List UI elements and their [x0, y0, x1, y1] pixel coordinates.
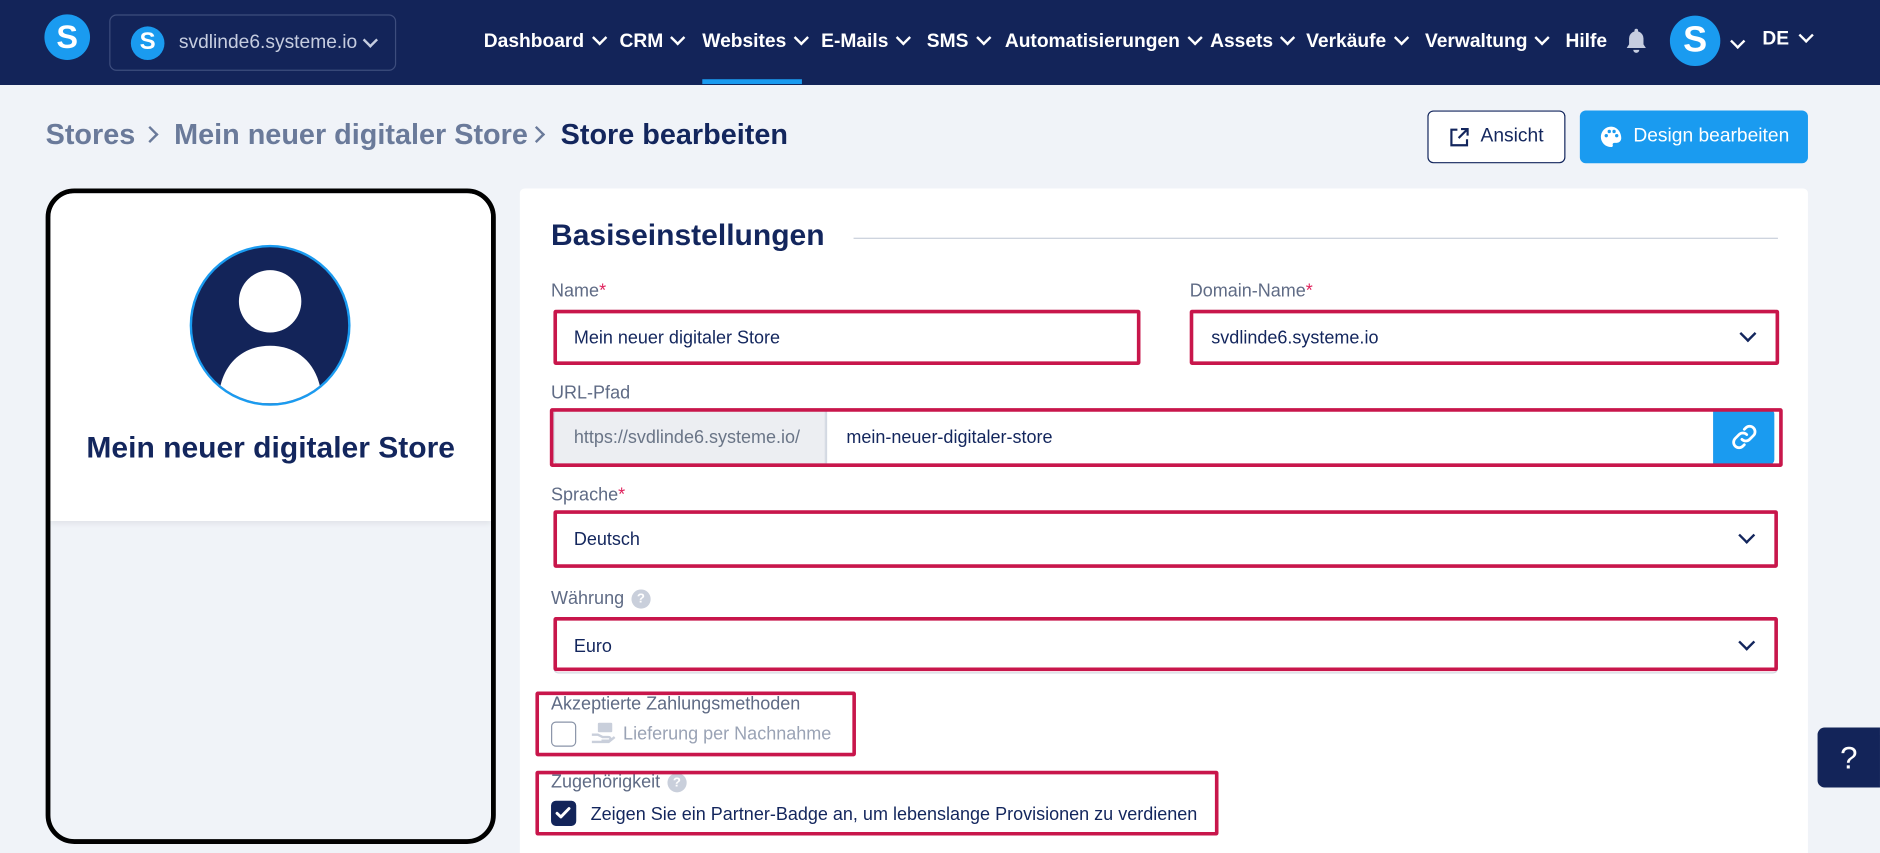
store-preview-card: Mein neuer digitaler Store: [50, 193, 492, 522]
nav-assets[interactable]: Assets: [1210, 30, 1296, 53]
domain-label-text: Domain-Name: [1189, 280, 1306, 302]
highlight-box: [549, 408, 1783, 467]
user-avatar[interactable]: S: [1669, 15, 1721, 67]
domain-logo-icon: S: [130, 25, 165, 60]
external-link-icon: [1450, 127, 1470, 146]
nav-active-indicator: [702, 79, 802, 85]
store-preview-phone: Mein neuer digitaler Store: [45, 188, 496, 844]
view-button[interactable]: Ansicht: [1427, 110, 1566, 164]
nav-dashboard[interactable]: Dashboard: [483, 30, 607, 53]
name-label-text: Name: [551, 280, 600, 302]
highlight-box: [535, 770, 1219, 836]
breadcrumb-stores[interactable]: Stores: [46, 119, 136, 153]
language-switcher[interactable]: DE: [1762, 27, 1815, 51]
store-avatar: [189, 244, 351, 406]
required-marker: *: [1305, 280, 1313, 302]
palette-icon: [1600, 126, 1621, 148]
nav-sales[interactable]: Verkäufe: [1306, 30, 1409, 53]
section-title: Basiseinstellungen: [551, 218, 825, 253]
help-button[interactable]: ?: [1817, 727, 1880, 788]
chevron-down-icon: [670, 30, 686, 46]
systeme-logo[interactable]: S: [44, 14, 91, 61]
nav-label: Hilfe: [1565, 31, 1608, 52]
nav-sms[interactable]: SMS: [926, 30, 992, 53]
domain-label: Domain-Name*: [1190, 281, 1313, 301]
nav-label: CRM: [619, 31, 664, 52]
chevron-down-icon: [1534, 30, 1551, 46]
chevron-down-icon: [362, 32, 378, 48]
nav-help[interactable]: Hilfe: [1565, 31, 1607, 53]
nav-label: Verkäufe: [1306, 31, 1387, 52]
highlight-box: [535, 691, 856, 757]
breadcrumb-separator-icon: [528, 125, 546, 143]
required-marker: *: [599, 280, 607, 302]
section-divider: [853, 237, 1778, 239]
nav-administration[interactable]: Verwaltung: [1424, 30, 1551, 53]
chevron-down-icon[interactable]: [1730, 33, 1746, 50]
edit-design-label: Design bearbeiten: [1633, 126, 1790, 147]
currency-label: Währung?: [551, 588, 651, 609]
chevron-down-icon: [1187, 30, 1203, 46]
nav-automations[interactable]: Automatisierungen: [1004, 30, 1203, 53]
notification-bell-icon[interactable]: [1624, 28, 1648, 60]
nav-label: Automatisierungen: [1004, 31, 1180, 52]
help-icon[interactable]: ?: [631, 589, 651, 609]
chevron-down-icon: [975, 30, 992, 46]
highlight-box: [553, 510, 1778, 568]
chevron-down-icon: [895, 30, 912, 46]
nav-label: Assets: [1210, 31, 1274, 52]
view-button-label: Ansicht: [1480, 126, 1544, 147]
page-title: Store bearbeiten: [560, 118, 788, 152]
chevron-down-icon: [793, 30, 809, 46]
language-label: DE: [1762, 28, 1790, 50]
breadcrumb-separator-icon: [141, 125, 159, 143]
nav-websites[interactable]: Websites: [702, 30, 809, 53]
highlight-box: [1189, 309, 1780, 365]
page-content: S S svdlinde6.systeme.io Dashboard CRM W…: [0, 0, 1880, 853]
nav-label: Dashboard: [483, 31, 585, 52]
edit-design-button[interactable]: Design bearbeiten: [1579, 110, 1808, 164]
nav-label: Websites: [702, 31, 787, 52]
highlight-box: [553, 617, 1778, 672]
chevron-down-icon: [1393, 30, 1409, 46]
nav-label: E-Mails: [821, 31, 889, 52]
settings-panel: Basiseinstellungen Name* Mein neuer digi…: [519, 188, 1808, 853]
main-area: Stores Mein neuer digitaler Store Store …: [0, 102, 1880, 853]
highlight-box: [553, 309, 1141, 365]
store-preview-name: Mein neuer digitaler Store: [86, 430, 455, 465]
url-path-label: URL-Pfad: [551, 382, 631, 404]
nav-label: SMS: [926, 31, 969, 52]
chevron-down-icon: [1798, 27, 1815, 44]
domain-switcher[interactable]: S svdlinde6.systeme.io: [109, 14, 397, 71]
user-silhouette-icon: [218, 270, 322, 404]
language-label: Sprache*: [551, 485, 625, 505]
chevron-down-icon: [591, 30, 607, 46]
required-marker: *: [618, 485, 626, 506]
language-label-text: Sprache: [551, 485, 619, 506]
nav-emails[interactable]: E-Mails: [821, 30, 912, 53]
currency-label-text: Währung: [551, 588, 625, 609]
breadcrumb-store[interactable]: Mein neuer digitaler Store: [174, 119, 528, 153]
name-label: Name*: [551, 281, 606, 301]
nav-crm[interactable]: CRM: [619, 30, 686, 53]
domain-switcher-label: svdlinde6.systeme.io: [178, 31, 358, 53]
nav-label: Verwaltung: [1424, 31, 1528, 52]
chevron-down-icon: [1280, 30, 1296, 46]
